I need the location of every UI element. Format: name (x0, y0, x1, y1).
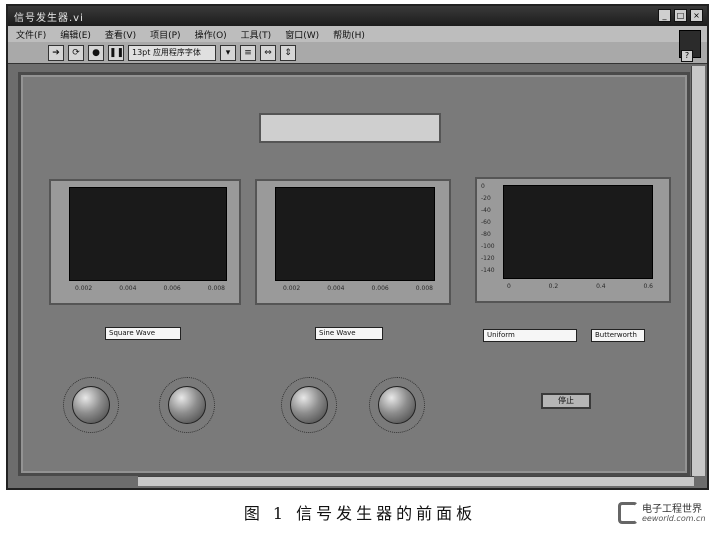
graph2-xtick: 0.006 (371, 285, 389, 292)
graph3-ytick: 0 (481, 183, 485, 190)
frequency-knob-2[interactable] (290, 386, 328, 424)
graph3-frame: 0 -20 -40 -60 -80 -100 -120 -140 0 0.2 0… (475, 177, 671, 303)
eeworld-logo-icon (618, 502, 638, 524)
amplitude-knob-1[interactable] (168, 386, 206, 424)
noise-select[interactable]: Uniform (483, 329, 577, 342)
menu-help[interactable]: 帮助(H) (333, 28, 365, 41)
graph1-plot (69, 187, 227, 281)
graph3-xtick: 0.6 (643, 283, 653, 290)
reorder-icon[interactable]: ⇕ (280, 44, 296, 61)
vertical-scrollbar[interactable] (691, 66, 705, 476)
help-icon[interactable]: ? (681, 50, 693, 62)
graph1-xtick: 0.002 (75, 285, 93, 292)
window-controls: _ □ × (658, 9, 703, 22)
wave2-select[interactable]: Sine Wave (315, 327, 383, 340)
font-select[interactable]: 13pt 应用程序字体 (128, 44, 216, 61)
graph1-xtick: 0.008 (207, 285, 225, 292)
resize-icon[interactable]: ⇔ (260, 44, 276, 61)
graph2-xtick: 0.002 (283, 285, 301, 292)
watermark: 电子工程世界 eeworld.com.cn (614, 498, 710, 532)
graph3-ytick: -80 (481, 231, 491, 238)
graph3-ytick: -120 (481, 255, 495, 262)
graph3-ytick: -140 (481, 267, 495, 274)
menu-file[interactable]: 文件(F) (16, 28, 46, 41)
graph1-frame: 0.002 0.004 0.006 0.008 (49, 179, 241, 305)
title-bar: 信号发生器.vi _ □ × (8, 6, 707, 26)
graph3-ytick: -60 (481, 219, 491, 226)
amplitude-knob-2[interactable] (378, 386, 416, 424)
minimize-button[interactable]: _ (658, 9, 671, 22)
distribute-icon[interactable]: ≡ (240, 44, 256, 61)
graph2-xtick: 0.008 (415, 285, 433, 292)
menu-view[interactable]: 查看(V) (105, 28, 136, 41)
graph2-frame: 0.002 0.004 0.006 0.008 (255, 179, 451, 305)
graph1-xticks: 0.002 0.004 0.006 0.008 (75, 285, 225, 292)
run-arrow-icon[interactable]: ➔ (48, 44, 64, 61)
figure-caption: 图 1 信号发生器的前面板 (243, 504, 477, 523)
horizontal-scrollbar[interactable] (138, 476, 694, 486)
graph3-xtick: 0.4 (596, 283, 606, 290)
filter-select[interactable]: Butterworth (591, 329, 645, 342)
menu-bar: 文件(F) 编辑(E) 查看(V) 项目(P) 操作(O) 工具(T) 窗口(W… (8, 26, 707, 42)
graph1-xtick: 0.006 (163, 285, 181, 292)
graph3-xtick: 0 (507, 283, 511, 290)
menu-edit[interactable]: 编辑(E) (60, 28, 91, 41)
graph2-xtick: 0.004 (327, 285, 345, 292)
graph3-xtick: 0.2 (548, 283, 559, 290)
graph1-xtick: 0.004 (119, 285, 137, 292)
menu-tools[interactable]: 工具(T) (241, 28, 272, 41)
abort-icon[interactable]: ● (88, 44, 104, 61)
menu-operate[interactable]: 操作(O) (195, 28, 227, 41)
wave1-select[interactable]: Square Wave (105, 327, 181, 340)
front-panel: 0.002 0.004 0.006 0.008 0.002 0.004 0.00… (18, 72, 690, 476)
window-title: 信号发生器.vi (14, 12, 84, 24)
close-button[interactable]: × (690, 9, 703, 22)
menu-project[interactable]: 项目(P) (150, 28, 180, 41)
maximize-button[interactable]: □ (674, 9, 687, 22)
frequency-knob-1[interactable] (72, 386, 110, 424)
run-continuous-icon[interactable]: ⟳ (68, 44, 84, 61)
watermark-name: 电子工程世界 (642, 504, 702, 515)
toolbar: ➔ ⟳ ● ❚❚ 13pt 应用程序字体 ▾ ≡ ⇔ ⇕ (8, 42, 707, 64)
align-icon[interactable]: ▾ (220, 44, 236, 61)
graph2-xticks: 0.002 0.004 0.006 0.008 (283, 285, 433, 292)
graph3-ytick: -100 (481, 243, 495, 250)
menu-window[interactable]: 窗口(W) (285, 28, 319, 41)
graph3-xticks: 0 0.2 0.4 0.6 (507, 283, 653, 290)
graph2-plot (275, 187, 435, 281)
graph3-plot (503, 185, 653, 279)
pause-icon[interactable]: ❚❚ (108, 44, 124, 61)
indicator-box (259, 113, 441, 143)
stop-button[interactable]: 停止 (541, 393, 591, 409)
watermark-url: eeworld.com.cn (642, 514, 706, 523)
labview-window: 信号发生器.vi _ □ × 文件(F) 编辑(E) 查看(V) 项目(P) 操… (6, 4, 709, 490)
graph3-ytick: -40 (481, 207, 491, 214)
graph3-ytick: -20 (481, 195, 491, 202)
